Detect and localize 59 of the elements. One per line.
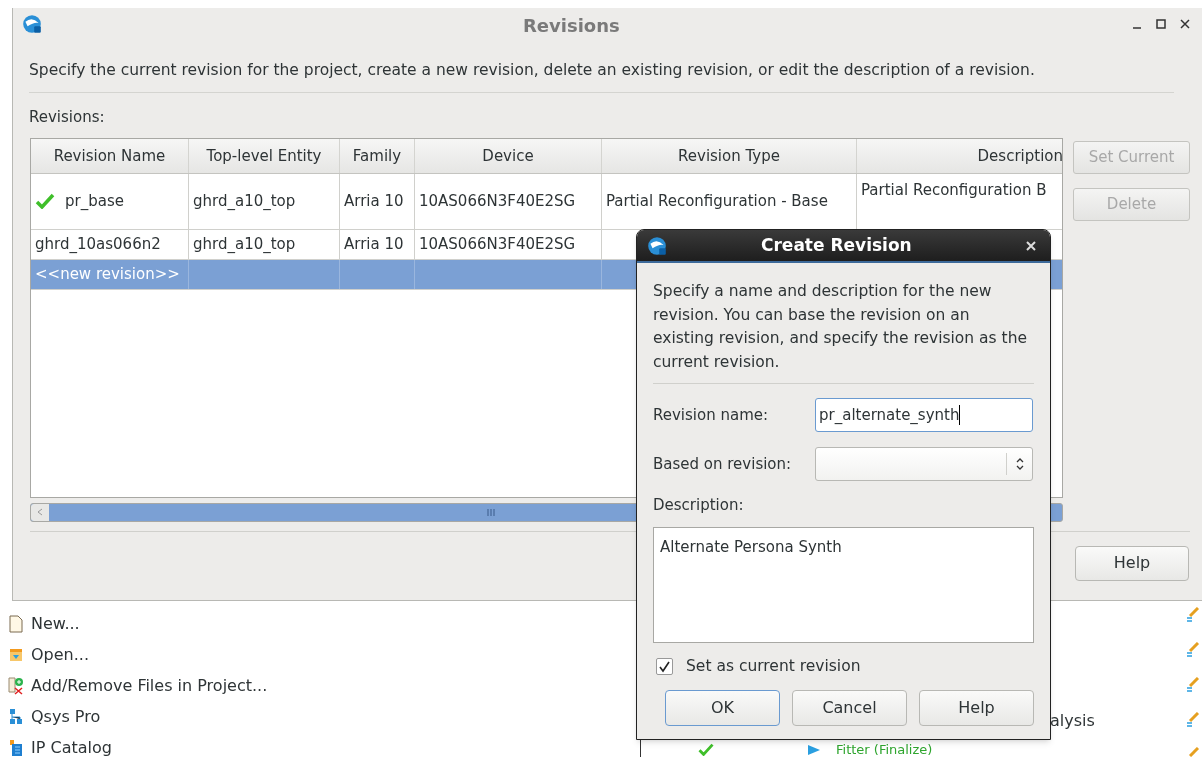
table-cell-text: 10AS066N3F40E2SG — [419, 191, 576, 212]
column-header[interactable]: Revision Name — [31, 138, 189, 173]
set-current-label[interactable]: Set as current revision — [686, 654, 861, 678]
table-cell-text: pr_base — [65, 191, 124, 212]
edit-icon[interactable] — [1186, 677, 1200, 693]
table-cell-text: Arria 10 — [344, 191, 404, 212]
revision-name-label: Revision name: — [653, 404, 770, 426]
description-field[interactable]: Alternate Persona Synth — [653, 526, 1034, 643]
flow-step-text: Fitter (Finalize) — [836, 742, 933, 757]
maximize-icon[interactable] — [1156, 19, 1166, 29]
task-item[interactable]: Qsys Pro — [31, 704, 101, 729]
table-cell-text: ghrd_a10_top — [193, 234, 296, 255]
table-cell-text: Partial Reconfiguration - Base — [606, 191, 828, 212]
based-on-label: Based on revision: — [653, 453, 793, 475]
table-cell-text: ghrd_10as066n2 — [35, 234, 161, 255]
dialog-button[interactable]: Help — [919, 689, 1034, 726]
window-title: Revisions — [523, 14, 620, 38]
edit-icon[interactable] — [1186, 642, 1200, 658]
dialog-button[interactable]: OK — [665, 689, 780, 726]
based-on-dropdown[interactable] — [815, 447, 1033, 481]
table-row[interactable]: pr_base ghrd_a10_top Arria 10 10AS066N3F40E2SG Partial Reconfiguration - Base Partial Reconfiguration B — [31, 173, 1062, 230]
table-cell-text: <<new revision>> — [35, 264, 180, 285]
hierarchy-icon — [9, 707, 23, 726]
column-header[interactable]: Description — [857, 138, 1062, 173]
scroll-left-icon[interactable] — [37, 508, 43, 517]
edit-icon[interactable] — [1186, 607, 1200, 623]
scroll-grip-icon — [487, 508, 495, 516]
task-item[interactable]: Add/Remove Files in Project... — [31, 673, 268, 698]
logo-icon — [21, 13, 43, 35]
close-icon[interactable] — [1180, 19, 1190, 29]
logo-icon — [646, 234, 668, 257]
column-header[interactable]: Device — [415, 138, 602, 173]
column-header[interactable]: Top-level Entity — [189, 138, 340, 173]
set-current-checkbox[interactable] — [656, 657, 673, 675]
table-cell-text: Arria 10 — [344, 234, 404, 255]
task-item[interactable]: New... — [31, 611, 80, 636]
table-cell-text: ghrd_a10_top — [193, 191, 296, 212]
task-item[interactable]: IP Catalog — [31, 735, 112, 757]
catalog-icon — [9, 738, 23, 757]
updown-icon — [1015, 458, 1024, 470]
table-cell-text: 10AS066N3F40E2SG — [419, 234, 576, 255]
flow-step-text: alysis — [1050, 710, 1095, 732]
table-cell-text: Partial Reconfiguration B — [861, 179, 1047, 201]
revisions-label: Revisions: — [29, 107, 106, 129]
dialog-button[interactable]: Cancel — [792, 689, 907, 726]
document-icon — [9, 614, 23, 633]
column-header[interactable]: Family — [340, 138, 415, 173]
task-item[interactable]: Open... — [31, 642, 89, 667]
revision-name-field[interactable]: pr_alternate_synth — [815, 398, 1033, 432]
column-header[interactable]: Revision Type — [602, 138, 857, 173]
description-label: Description: — [653, 495, 745, 516]
edit-icon[interactable] — [1186, 712, 1200, 728]
dialog-title: Create Revision — [761, 233, 912, 257]
instructions-text: Specify the current revision for the project, create a new revision, delete an existing revision, or edit the description of a revision. — [29, 60, 1036, 81]
folder-icon — [9, 647, 23, 662]
add-remove-files-icon — [8, 676, 24, 695]
play-icon — [808, 744, 820, 755]
help-button[interactable]: Help — [1075, 545, 1189, 581]
checkmark-icon — [696, 743, 716, 756]
